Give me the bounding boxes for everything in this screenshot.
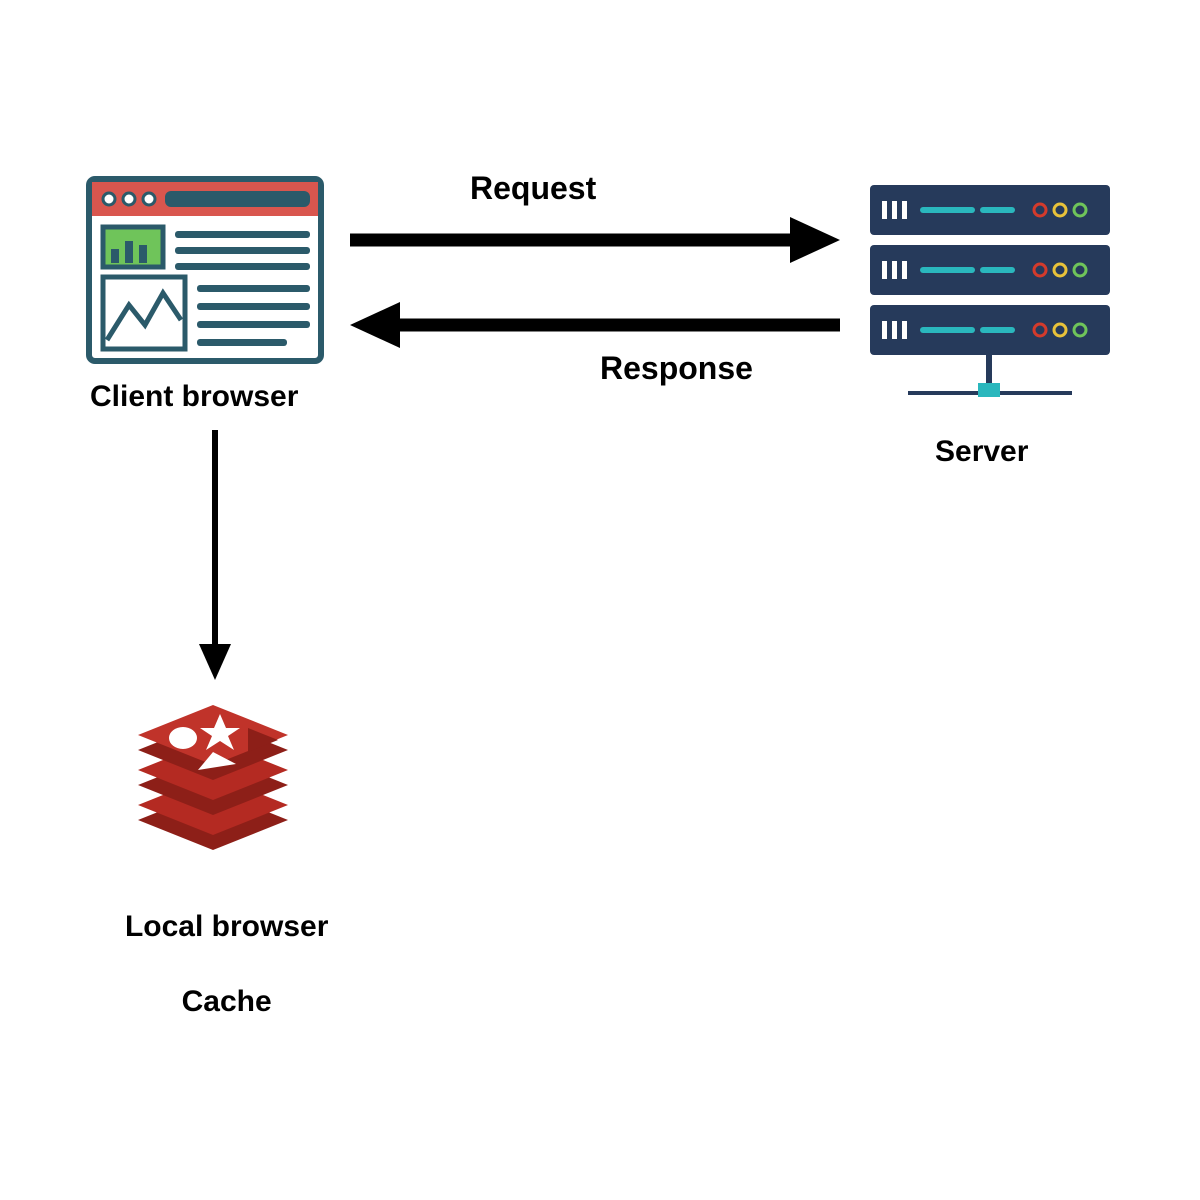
- cache-label-line2: Cache: [182, 985, 272, 1018]
- request-label: Request: [470, 170, 596, 207]
- diagram-canvas: Client browser: [0, 0, 1200, 1200]
- cache-label: Local browser Cache: [60, 870, 360, 1058]
- cache-arrow-icon: [195, 430, 235, 680]
- response-label: Response: [600, 350, 753, 387]
- server-label: Server: [935, 435, 1028, 469]
- client-browser-label: Client browser: [90, 380, 298, 414]
- cache-icon: [128, 680, 298, 850]
- response-arrow-icon: [350, 300, 840, 350]
- request-arrow-icon: [350, 215, 840, 265]
- cache-label-line1: Local browser: [125, 910, 328, 943]
- server-icon: [860, 185, 1120, 425]
- client-browser-icon: [85, 175, 325, 365]
